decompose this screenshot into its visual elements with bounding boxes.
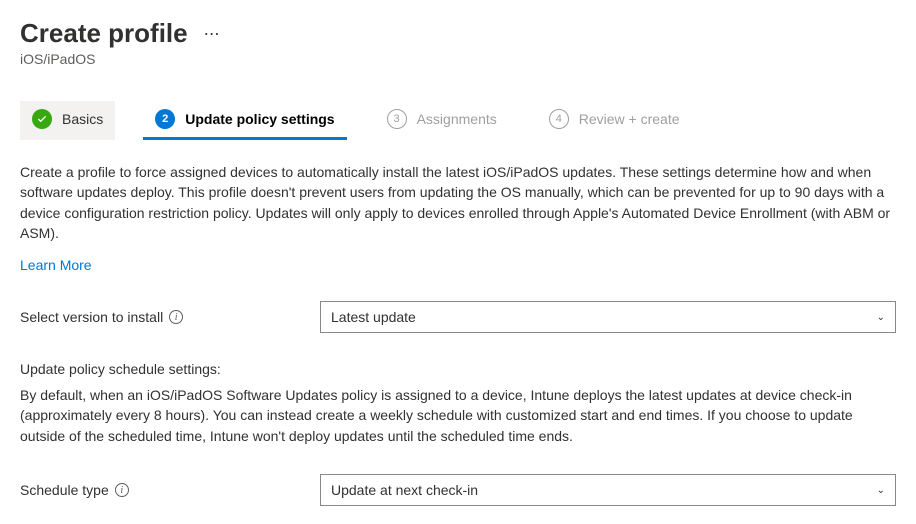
- version-select[interactable]: Latest update ⌄: [320, 301, 896, 333]
- policy-description: Create a profile to force assigned devic…: [20, 162, 896, 243]
- schedule-type-select-value: Update at next check-in: [331, 482, 478, 498]
- version-select-value: Latest update: [331, 309, 416, 325]
- page-title: Create profile: [20, 18, 188, 49]
- tab-label: Basics: [62, 111, 103, 127]
- tab-label: Assignments: [417, 111, 497, 127]
- wizard-tabs: Basics 2 Update policy settings 3 Assign…: [20, 101, 896, 140]
- learn-more-link[interactable]: Learn More: [20, 257, 92, 273]
- step-number-icon: 3: [387, 109, 407, 129]
- tab-assignments[interactable]: 3 Assignments: [375, 101, 509, 140]
- tab-label: Review + create: [579, 111, 680, 127]
- schedule-type-label: Schedule type: [20, 482, 109, 498]
- tab-review-create[interactable]: 4 Review + create: [537, 101, 692, 140]
- tab-basics[interactable]: Basics: [20, 101, 115, 140]
- more-actions-button[interactable]: ⋯: [204, 24, 221, 44]
- page-subtitle: iOS/iPadOS: [20, 51, 896, 67]
- schedule-settings-heading: Update policy schedule settings:: [20, 361, 896, 377]
- tab-update-policy-settings[interactable]: 2 Update policy settings: [143, 101, 346, 140]
- version-label: Select version to install: [20, 309, 163, 325]
- info-icon[interactable]: i: [115, 483, 129, 497]
- step-number-icon: 2: [155, 109, 175, 129]
- schedule-settings-description: By default, when an iOS/iPadOS Software …: [20, 385, 896, 446]
- tab-label: Update policy settings: [185, 111, 334, 127]
- step-number-icon: 4: [549, 109, 569, 129]
- chevron-down-icon: ⌄: [877, 312, 885, 323]
- schedule-type-select[interactable]: Update at next check-in ⌄: [320, 474, 896, 506]
- check-icon: [32, 109, 52, 129]
- chevron-down-icon: ⌄: [877, 485, 885, 496]
- info-icon[interactable]: i: [169, 310, 183, 324]
